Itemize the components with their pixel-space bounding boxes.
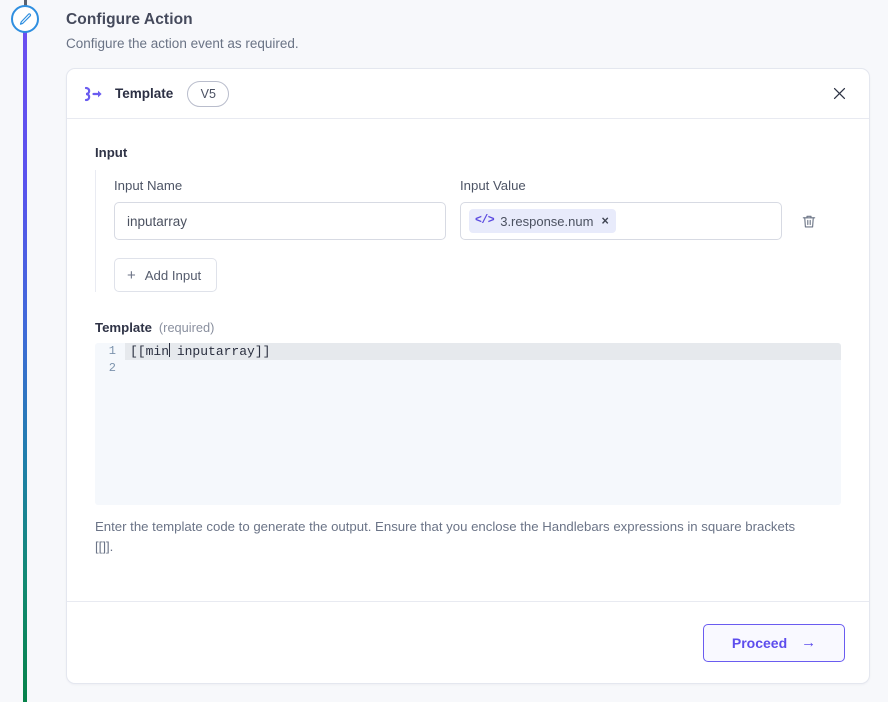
proceed-button-label: Proceed	[731, 634, 788, 651]
template-helper-text: Enter the template code to generate the …	[95, 519, 796, 554]
code-line[interactable]: 1 [[min inputarray]]	[95, 343, 841, 360]
arrow-right-icon: →	[801, 634, 817, 651]
template-code-editor[interactable]: 1 [[min inputarray]] 2	[95, 343, 841, 505]
input-name-field[interactable]	[114, 202, 446, 240]
page-subtitle: Configure the action event as required.	[66, 36, 299, 51]
template-section-label: Template	[95, 320, 152, 335]
input-section: Input Input Name Input Value </> 3.respo…	[95, 145, 841, 292]
variable-token[interactable]: </> 3.response.num ×	[469, 209, 616, 233]
timeline-gradient-line	[23, 30, 27, 702]
code-line-number: 2	[108, 361, 116, 375]
input-value-column: Input Value </> 3.response.num ×	[460, 178, 782, 240]
card-title: Template	[115, 86, 174, 101]
input-value-field[interactable]: </> 3.response.num ×	[460, 202, 782, 240]
code-text-before-caret: [[min	[130, 344, 170, 359]
proceed-button[interactable]: Proceed →	[703, 623, 845, 662]
input-group: Input Name Input Value </> 3.response.nu…	[95, 170, 841, 292]
code-line[interactable]: 2	[95, 360, 841, 377]
page-title: Configure Action	[66, 11, 193, 28]
template-required-hint: (required)	[158, 320, 215, 335]
input-name-caption: Input Name	[114, 178, 183, 193]
code-text-after-caret: inputarray]]	[169, 344, 271, 359]
input-name-column: Input Name	[114, 178, 446, 240]
plus-icon: +	[127, 266, 136, 284]
card-footer: Proceed →	[67, 601, 869, 683]
input-row: Input Name Input Value </> 3.response.nu…	[114, 178, 841, 240]
timeline-step-node-edit[interactable]	[11, 5, 39, 33]
card-header: Template V5	[67, 69, 869, 119]
pencil-icon	[18, 12, 33, 27]
template-label-row: Template (required)	[95, 320, 841, 335]
page-heading: Configure Action Configure the action ev…	[66, 9, 826, 53]
code-line-content: [[min inputarray]]	[125, 343, 841, 360]
add-input-label: Add Input	[144, 267, 202, 283]
code-line-number: 1	[108, 344, 116, 358]
workflow-timeline-rail	[0, 0, 52, 702]
card-body: Input Input Name Input Value </> 3.respo…	[67, 119, 869, 601]
input-section-label: Input	[95, 145, 128, 160]
add-input-button[interactable]: + Add Input	[114, 258, 218, 292]
trash-icon[interactable]	[796, 208, 822, 234]
code-line-content	[125, 360, 841, 377]
template-section: Template (required) 1 [[min inputarray]]…	[95, 320, 841, 557]
variable-token-label: 3.response.num	[500, 213, 594, 229]
token-remove-icon[interactable]: ×	[599, 215, 610, 228]
template-arrow-icon	[81, 82, 105, 106]
version-badge: V5	[187, 80, 230, 107]
input-value-caption: Input Value	[460, 178, 526, 193]
code-icon: </>	[475, 214, 495, 228]
configure-action-card: Template V5 Input Input Name Input Value	[66, 68, 870, 684]
close-icon[interactable]	[825, 80, 853, 108]
